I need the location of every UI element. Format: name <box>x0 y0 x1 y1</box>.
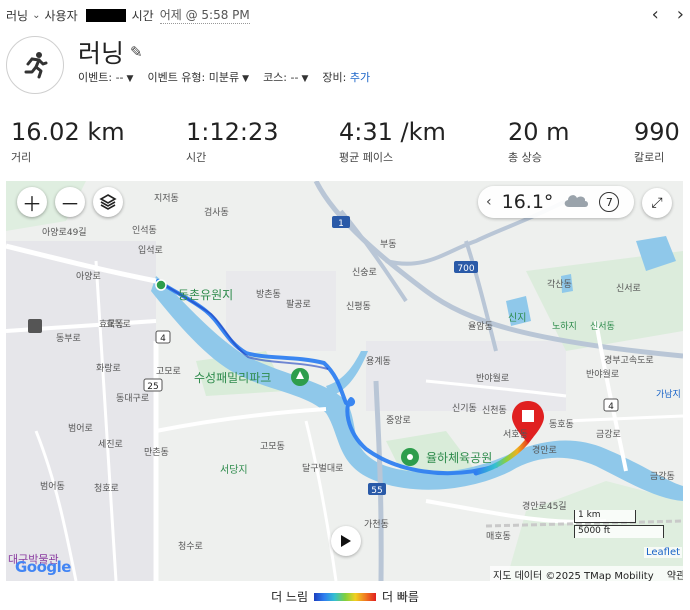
event-label: 이벤트: <box>78 71 113 84</box>
cloud-icon <box>561 191 591 214</box>
svg-text:25: 25 <box>147 382 158 392</box>
course-value: -- <box>290 71 299 84</box>
stat-value: 4:31 /km <box>339 118 446 146</box>
attribution-text: 지도 데이터 ©2025 TMap Mobility <box>493 571 654 581</box>
svg-text:4: 4 <box>608 402 614 412</box>
chevron-left-icon[interactable]: ‹ <box>486 194 492 210</box>
event-field[interactable]: 이벤트: -- ▼ <box>78 69 133 85</box>
pace-legend: 더 느림 더 빠름 <box>0 588 690 605</box>
chevron-down-icon[interactable]: ⌄ <box>32 10 40 21</box>
nav-buttons: ‹ › <box>652 4 684 25</box>
course-label: 코스: <box>263 71 288 84</box>
stat-elevation: 20 m 총 상승 <box>508 118 570 165</box>
stat-pace: 4:31 /km 평균 페이스 <box>339 118 446 165</box>
runner-icon <box>24 52 48 79</box>
top-bar: 러닝 ⌄ 사용자 시간 어제 @ 5:58 PM ‹ › <box>0 0 690 30</box>
stat-label: 평균 페이스 <box>339 151 394 164</box>
stat-value: 1:12:23 <box>186 118 279 146</box>
pencil-icon[interactable]: ✎ <box>130 43 143 61</box>
breadcrumb: 러닝 ⌄ 사용자 시간 어제 @ 5:58 PM <box>6 6 250 24</box>
stat-value: 16.02 km <box>11 118 125 146</box>
legend-fast-label: 더 빠름 <box>382 590 419 604</box>
terms-link[interactable]: 약관 <box>667 571 683 581</box>
caret-down-icon: ▼ <box>242 74 250 84</box>
stat-value: 20 m <box>508 118 570 146</box>
add-equipment-link[interactable]: 추가 <box>350 71 370 84</box>
equipment-field: 장비: 추가 <box>322 69 370 85</box>
event-type-label: 이벤트 유형: <box>147 71 206 84</box>
map-scale: 1 km 5000 ft <box>574 510 666 542</box>
stat-calories: 990 칼로리 <box>634 118 680 165</box>
redacted-name <box>85 8 126 22</box>
play-button[interactable] <box>331 526 361 556</box>
svg-text:700: 700 <box>457 264 474 274</box>
temperature-value: 16.1° <box>501 191 554 213</box>
event-type-value: 미분류 <box>208 71 240 84</box>
leaflet-link[interactable]: Leaflet <box>644 547 683 558</box>
stat-value: 990 <box>634 118 680 146</box>
equipment-label: 장비: <box>322 71 347 84</box>
event-type-field[interactable]: 이벤트 유형: 미분류 ▼ <box>147 69 249 85</box>
layers-icon <box>99 194 117 210</box>
fullscreen-icon[interactable]: ⤢ <box>642 188 672 218</box>
breadcrumb-user[interactable]: 사용자 <box>44 7 77 24</box>
caret-down-icon: ▼ <box>301 74 309 84</box>
svg-text:1: 1 <box>338 219 344 229</box>
stat-distance: 16.02 km 거리 <box>11 118 125 165</box>
previous-activity-button[interactable]: ‹ <box>652 4 659 25</box>
zoom-out-button[interactable]: － <box>55 187 85 217</box>
scale-km: 1 km <box>574 510 636 523</box>
caret-down-icon: ▼ <box>126 74 134 84</box>
stat-label: 시간 <box>186 151 207 164</box>
stats-row: 16.02 km 거리 1:12:23 시간 4:31 /km 평균 페이스 2… <box>0 118 690 170</box>
play-icon <box>341 535 351 547</box>
zoom-in-button[interactable]: ＋ <box>17 187 47 217</box>
activity-meta: 이벤트: -- ▼ 이벤트 유형: 미분류 ▼ 코스: -- ▼ 장비: 추가 <box>78 69 370 85</box>
time-link[interactable]: 어제 @ 5:58 PM <box>159 6 250 24</box>
wind-speed-icon: 7 <box>599 192 620 212</box>
time-label: 시간 <box>131 8 154 23</box>
pace-gradient-bar <box>314 592 376 601</box>
activity-type-icon <box>6 36 64 94</box>
activity-title-text[interactable]: 러닝 <box>78 34 124 70</box>
weather-widget[interactable]: ‹ 16.1° 7 <box>478 186 634 218</box>
route-map[interactable]: 1 700 55 25 4 4 동촌유원지 수성패밀리파크 율하체육공원 신서동… <box>6 181 683 581</box>
stat-label: 칼로리 <box>634 151 665 164</box>
svg-text:4: 4 <box>160 334 166 344</box>
activity-title: 러닝 ✎ <box>78 34 143 70</box>
event-value: -- <box>115 71 124 84</box>
layers-button[interactable] <box>93 187 123 217</box>
scale-ft: 5000 ft <box>574 525 664 538</box>
stat-label: 거리 <box>11 151 32 164</box>
legend-slow-label: 더 느림 <box>271 590 308 604</box>
breadcrumb-root[interactable]: 러닝 <box>6 7 28 24</box>
svg-text:55: 55 <box>371 486 382 496</box>
map-attribution: 지도 데이터 ©2025 TMap Mobility 약관 <box>490 566 683 581</box>
next-activity-button[interactable]: › <box>677 4 684 25</box>
stat-time: 1:12:23 시간 <box>186 118 279 165</box>
course-field[interactable]: 코스: -- ▼ <box>263 69 308 85</box>
stat-label: 총 상승 <box>508 151 542 164</box>
